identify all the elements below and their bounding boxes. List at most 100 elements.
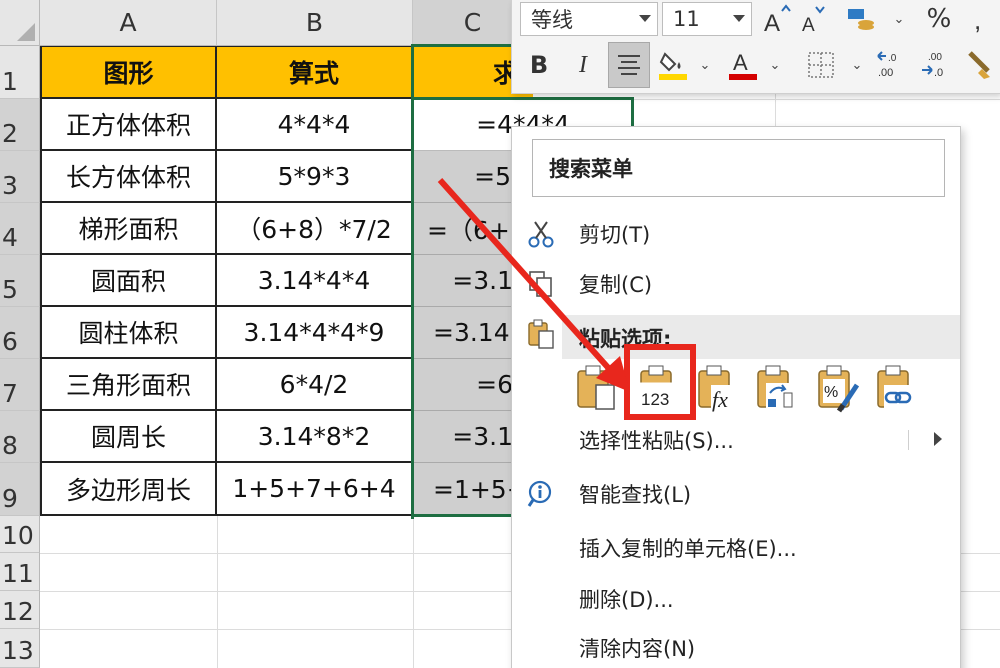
cell-a7[interactable]: 三角形面积 xyxy=(40,359,217,411)
chevron-down-icon xyxy=(639,15,651,22)
smart-lookup-label: 智能查找(L) xyxy=(579,483,692,507)
chevron-down-icon[interactable]: ⌄ xyxy=(892,0,906,38)
svg-text:.00: .00 xyxy=(878,67,893,79)
paste-values-icon[interactable]: 123 xyxy=(637,363,683,415)
cut-menu-item[interactable]: 剪切(T) xyxy=(512,211,962,257)
svg-text:A: A xyxy=(764,10,780,35)
cell-c6[interactable]: =3.14 xyxy=(413,307,513,359)
paste-options-section: 粘贴选项: xyxy=(562,315,960,359)
cell-b4[interactable]: （6+8）*7/2 xyxy=(217,203,413,255)
search-menu-input[interactable]: 搜索菜单 xyxy=(532,139,945,197)
fill-color-icon[interactable] xyxy=(656,46,690,84)
row-header-6[interactable]: 6 xyxy=(0,307,40,359)
chevron-down-icon[interactable]: ⌄ xyxy=(768,46,782,84)
excel-window: A B C 1 2 3 4 5 6 7 8 9 10 11 12 13 图形 算… xyxy=(0,0,1000,668)
svg-text:.0: .0 xyxy=(888,53,897,64)
select-all-triangle xyxy=(17,23,35,41)
increase-decimal-icon[interactable]: .0.00 xyxy=(874,46,908,84)
paste-special-label: 选择性粘贴(S)... xyxy=(579,429,734,453)
paste-special-menu-item[interactable]: 选择性粘贴(S)... xyxy=(512,417,962,463)
row-header-12[interactable]: 12 xyxy=(0,591,40,629)
cell-c3[interactable]: =5 xyxy=(413,151,513,203)
copy-menu-item[interactable]: 复制(C) xyxy=(512,261,962,307)
chevron-down-icon[interactable]: ⌄ xyxy=(850,46,864,84)
row-header-3[interactable]: 3 xyxy=(0,151,40,203)
row-header-4[interactable]: 4 xyxy=(0,203,40,255)
smart-lookup-icon xyxy=(524,477,558,511)
row-header-9[interactable]: 9 xyxy=(0,463,40,516)
borders-icon[interactable] xyxy=(804,46,838,84)
font-name-dropdown[interactable]: 等线 xyxy=(520,2,658,36)
cell-b2[interactable]: 4*4*4 xyxy=(217,99,413,151)
context-menu: 搜索菜单 剪切(T) 复制(C) 粘贴选项: 123 fx % 选择性粘贴(S)… xyxy=(511,126,961,668)
cell-b5[interactable]: 3.14*4*4 xyxy=(217,255,413,307)
cell-a8[interactable]: 圆周长 xyxy=(40,411,217,463)
insert-copied-cells-label: 插入复制的单元格(E)... xyxy=(579,537,797,561)
column-header-a[interactable]: A xyxy=(40,0,217,46)
paste-formatting-icon[interactable]: % xyxy=(815,363,861,415)
insert-copied-cells-menu-item[interactable]: 插入复制的单元格(E)... xyxy=(512,525,962,571)
cell-a2[interactable]: 正方体体积 xyxy=(40,99,217,151)
gridline xyxy=(413,516,414,668)
row-header-5[interactable]: 5 xyxy=(0,255,40,307)
scissors-icon xyxy=(524,217,558,251)
align-center-icon[interactable] xyxy=(608,42,650,88)
row-header-13[interactable]: 13 xyxy=(0,629,40,668)
percent-style-button[interactable]: % xyxy=(922,0,956,38)
font-size-dropdown[interactable]: 11 xyxy=(662,2,752,36)
cell-b7[interactable]: 6*4/2 xyxy=(217,359,413,411)
svg-text:A: A xyxy=(802,15,815,35)
cell-c7[interactable]: =6 xyxy=(413,359,513,411)
cell-a6[interactable]: 圆柱体积 xyxy=(40,307,217,359)
delete-menu-item[interactable]: 删除(D)... xyxy=(512,576,962,622)
cell-b8[interactable]: 3.14*8*2 xyxy=(217,411,413,463)
chevron-down-icon[interactable]: ⌄ xyxy=(698,46,712,84)
comma-style-icon[interactable]: , xyxy=(966,0,1000,38)
cell-b1[interactable]: 算式 xyxy=(217,46,413,99)
chevron-down-icon xyxy=(733,15,745,22)
row-header-8[interactable]: 8 xyxy=(0,411,40,463)
cell-a3[interactable]: 长方体体积 xyxy=(40,151,217,203)
delete-label: 删除(D)... xyxy=(579,588,674,612)
font-grow-icon[interactable]: A xyxy=(760,0,794,38)
format-painter-icon[interactable] xyxy=(962,46,996,84)
row-header-2[interactable]: 2 xyxy=(0,99,40,151)
paste-options-label: 粘贴选项: xyxy=(579,327,672,351)
number-format-icon[interactable] xyxy=(844,0,878,38)
font-shrink-icon[interactable]: A xyxy=(796,0,830,38)
column-header-b[interactable]: B xyxy=(217,0,413,46)
paste-icon[interactable] xyxy=(574,363,620,415)
cell-c9[interactable]: =1+5+ xyxy=(413,463,513,516)
italic-button[interactable]: I xyxy=(566,46,600,84)
paste-values-text: 123 xyxy=(641,390,669,409)
row-header-11[interactable]: 11 xyxy=(0,553,40,591)
mini-toolbar: 等线 11 A A ⌄ % , B I ⌄ A ⌄ ⌄ .0 .00 .00 .… xyxy=(511,0,1000,94)
chevron-right-icon xyxy=(934,432,942,446)
row-header-10[interactable]: 10 xyxy=(0,516,40,553)
cell-a9[interactable]: 多边形周长 xyxy=(40,463,217,516)
svg-text:A: A xyxy=(733,50,748,75)
svg-text:%: % xyxy=(824,384,838,401)
bold-button[interactable]: B xyxy=(522,46,556,84)
paste-transpose-icon[interactable] xyxy=(754,363,800,415)
clear-contents-menu-item[interactable]: 清除内容(N) xyxy=(512,625,962,668)
cell-a1[interactable]: 图形 xyxy=(40,46,217,99)
paste-formulas-text: fx xyxy=(712,387,728,412)
cell-c8[interactable]: =3.1 xyxy=(413,411,513,463)
row-header-1[interactable]: 1 xyxy=(0,46,40,99)
cell-c5[interactable]: =3.1 xyxy=(413,255,513,307)
smart-lookup-menu-item[interactable]: 智能查找(L) xyxy=(512,471,962,517)
font-color-icon[interactable]: A xyxy=(726,46,760,84)
cell-b3[interactable]: 5*9*3 xyxy=(217,151,413,203)
cell-b9[interactable]: 1+5+7+6+4 xyxy=(217,463,413,516)
paste-link-icon[interactable] xyxy=(874,363,920,415)
cell-a5[interactable]: 圆面积 xyxy=(40,255,217,307)
cell-c4[interactable]: =（6+ xyxy=(413,203,513,255)
decrease-decimal-icon[interactable]: .00.0 xyxy=(918,46,952,84)
row-header-7[interactable]: 7 xyxy=(0,359,40,411)
cell-a4[interactable]: 梯形面积 xyxy=(40,203,217,255)
paste-formulas-icon[interactable]: fx xyxy=(695,363,741,415)
cell-b6[interactable]: 3.14*4*4*9 xyxy=(217,307,413,359)
gridline xyxy=(217,516,218,668)
select-all-corner[interactable] xyxy=(0,0,40,46)
